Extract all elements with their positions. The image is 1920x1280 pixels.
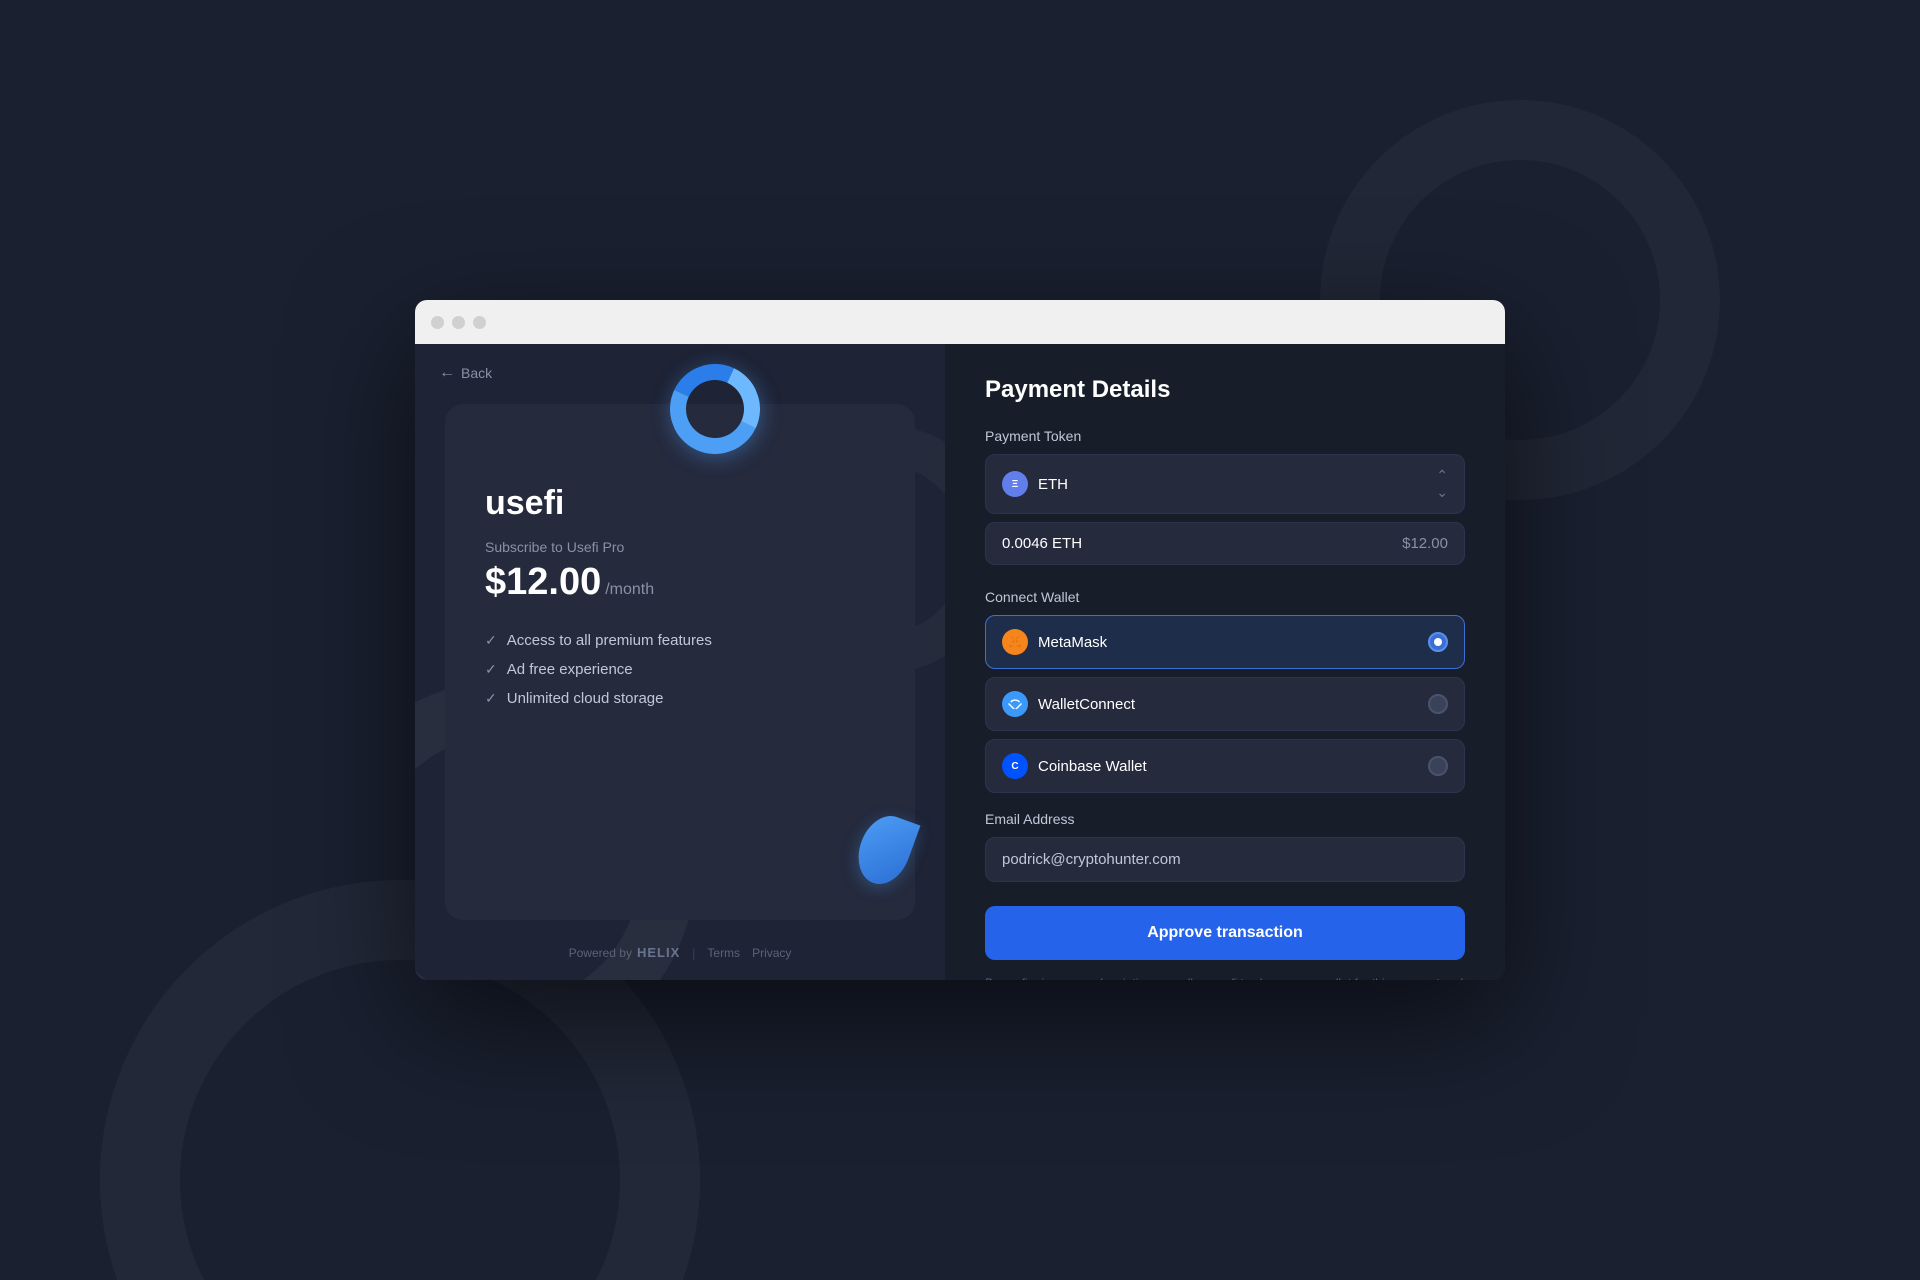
walletconnect-icon bbox=[1002, 691, 1028, 717]
wallet-left-metamask: MetaMask bbox=[1002, 629, 1107, 655]
chevron-updown-icon: ⌃⌄ bbox=[1436, 467, 1448, 501]
back-label: Back bbox=[461, 365, 492, 381]
subscription-label: Subscribe to Usefi Pro bbox=[485, 539, 875, 555]
price-period: /month bbox=[605, 581, 654, 599]
email-input[interactable] bbox=[985, 837, 1465, 882]
feature-label-1: Access to all premium features bbox=[507, 632, 712, 649]
connect-wallet-label: Connect Wallet bbox=[985, 589, 1465, 605]
metamask-icon bbox=[1002, 629, 1028, 655]
walletconnect-name: WalletConnect bbox=[1038, 696, 1135, 713]
right-panel: Payment Details Payment Token Ξ ETH ⌃⌄ 0… bbox=[945, 344, 1505, 980]
traffic-light-minimize[interactable] bbox=[452, 316, 465, 329]
price-amount: $12.00 bbox=[485, 561, 601, 604]
left-panel: ← Back usefi Subscribe to Usefi Pro $12.… bbox=[415, 344, 945, 980]
feature-item-3: ✓ Unlimited cloud storage bbox=[485, 690, 875, 707]
feature-label-2: Ad free experience bbox=[507, 661, 633, 678]
feature-item-1: ✓ Access to all premium features bbox=[485, 632, 875, 649]
price-row: $12.00 /month bbox=[485, 561, 875, 604]
powered-by: Powered by HELIX bbox=[569, 945, 681, 960]
amount-row: 0.0046 ETH $12.00 bbox=[985, 522, 1465, 565]
terms-link[interactable]: Terms bbox=[707, 946, 740, 960]
amount-eth: 0.0046 ETH bbox=[1002, 535, 1082, 552]
coinbase-radio[interactable] bbox=[1428, 756, 1448, 776]
back-button[interactable]: ← Back bbox=[439, 364, 492, 382]
token-selector[interactable]: Ξ ETH ⌃⌄ bbox=[985, 454, 1465, 514]
wallet-option-walletconnect[interactable]: WalletConnect bbox=[985, 677, 1465, 731]
feature-label-3: Unlimited cloud storage bbox=[507, 690, 664, 707]
feature-item-2: ✓ Ad free experience bbox=[485, 661, 875, 678]
metamask-name: MetaMask bbox=[1038, 634, 1107, 651]
traffic-light-maximize[interactable] bbox=[473, 316, 486, 329]
walletconnect-radio[interactable] bbox=[1428, 694, 1448, 714]
check-icon-1: ✓ bbox=[485, 632, 497, 649]
wallet-option-metamask[interactable]: MetaMask bbox=[985, 615, 1465, 669]
check-icon-3: ✓ bbox=[485, 690, 497, 707]
left-footer: Powered by HELIX | Terms Privacy bbox=[415, 945, 945, 960]
email-label: Email Address bbox=[985, 811, 1465, 827]
amount-usd: $12.00 bbox=[1402, 535, 1448, 552]
helix-logo: HELIX bbox=[637, 945, 680, 960]
privacy-link[interactable]: Privacy bbox=[752, 946, 791, 960]
check-icon-2: ✓ bbox=[485, 661, 497, 678]
back-arrow-icon: ← bbox=[439, 364, 455, 382]
disclaimer-text: By confirming your subscription, you all… bbox=[985, 974, 1465, 980]
powered-by-text: Powered by bbox=[569, 946, 632, 960]
browser-chrome bbox=[415, 300, 1505, 344]
footer-divider: | bbox=[692, 946, 695, 960]
payment-details-title: Payment Details bbox=[985, 376, 1465, 404]
wallet-left-walletconnect: WalletConnect bbox=[1002, 691, 1135, 717]
wallet-left-coinbase: C Coinbase Wallet bbox=[1002, 753, 1147, 779]
eth-icon: Ξ bbox=[1002, 471, 1028, 497]
coinbase-name: Coinbase Wallet bbox=[1038, 758, 1147, 775]
approve-transaction-button[interactable]: Approve transaction bbox=[985, 906, 1465, 960]
payment-token-label: Payment Token bbox=[985, 428, 1465, 444]
email-field-section: Email Address bbox=[985, 811, 1465, 882]
metamask-radio[interactable] bbox=[1428, 632, 1448, 652]
token-name: ETH bbox=[1038, 476, 1068, 493]
coinbase-icon: C bbox=[1002, 753, 1028, 779]
brand-name: usefi bbox=[485, 484, 875, 523]
browser-content: ← Back usefi Subscribe to Usefi Pro $12.… bbox=[415, 344, 1505, 980]
product-card: usefi Subscribe to Usefi Pro $12.00 /mon… bbox=[445, 404, 915, 920]
wallet-option-coinbase[interactable]: C Coinbase Wallet bbox=[985, 739, 1465, 793]
traffic-light-close[interactable] bbox=[431, 316, 444, 329]
browser-window: ← Back usefi Subscribe to Usefi Pro $12.… bbox=[415, 300, 1505, 980]
features-list: ✓ Access to all premium features ✓ Ad fr… bbox=[485, 632, 875, 890]
token-left: Ξ ETH bbox=[1002, 471, 1068, 497]
